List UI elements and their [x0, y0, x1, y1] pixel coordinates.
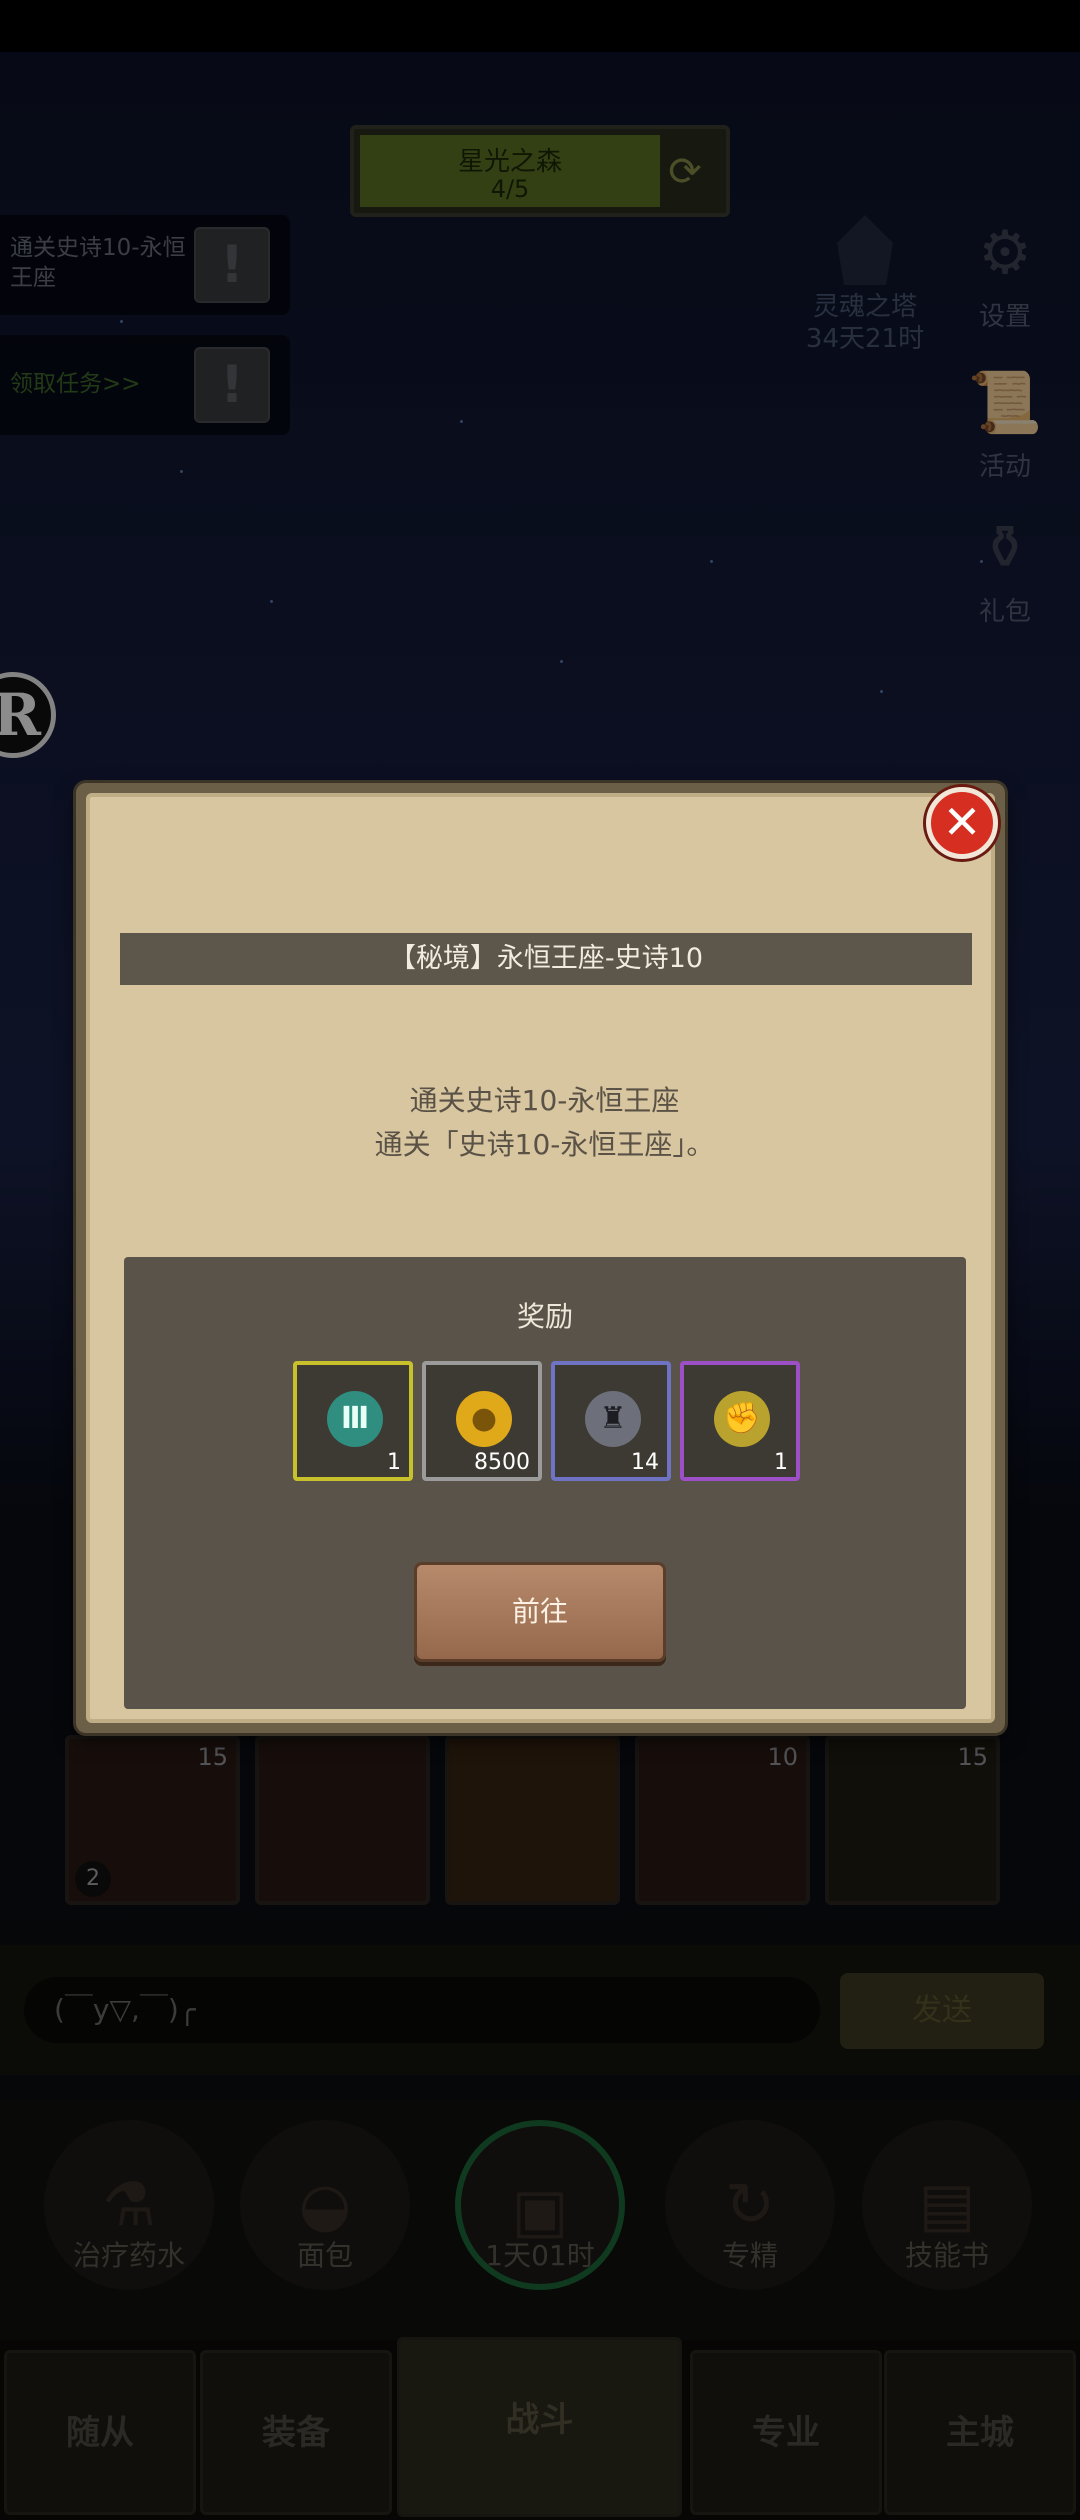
reward-count: 1: [774, 1450, 788, 1475]
reward-slot[interactable]: ✊ 1: [680, 1361, 800, 1481]
reward-title: 奖励: [516, 1300, 573, 1333]
gold-coin-icon: ●: [456, 1391, 512, 1447]
rune-III-icon: Ⅲ: [327, 1391, 383, 1447]
close-icon[interactable]: ✕: [926, 787, 998, 859]
quest-description: 通关史诗10-永恒王座 通关「史诗10-永恒王座」。: [90, 1079, 999, 1167]
quest-name: 通关史诗10-永恒王座: [409, 1084, 680, 1117]
dialog-title: 【秘境】永恒王座-史诗10: [120, 933, 972, 985]
reward-panel: 奖励 Ⅲ 1 ● 8500 ♜ 14 ✊ 1 前往: [124, 1257, 966, 1709]
horned-helmet-icon: ♜: [585, 1391, 641, 1447]
go-button[interactable]: 前往: [414, 1562, 666, 1662]
reward-count: 14: [631, 1450, 659, 1475]
dialog-paper: 【秘境】永恒王座-史诗10 通关史诗10-永恒王座 通关「史诗10-永恒王座」。…: [86, 793, 995, 1723]
reward-count: 1: [387, 1450, 401, 1475]
quest-dialog: 【秘境】永恒王座-史诗10 通关史诗10-永恒王座 通关「史诗10-永恒王座」。…: [76, 783, 1005, 1733]
reward-slot[interactable]: ♜ 14: [551, 1361, 671, 1481]
reward-slot[interactable]: ● 8500: [422, 1361, 542, 1481]
reward-slot[interactable]: Ⅲ 1: [293, 1361, 413, 1481]
gauntlet-icon: ✊: [714, 1391, 770, 1447]
quest-requirement: 通关「史诗10-永恒王座」。: [374, 1128, 715, 1161]
reward-count: 8500: [474, 1450, 530, 1475]
